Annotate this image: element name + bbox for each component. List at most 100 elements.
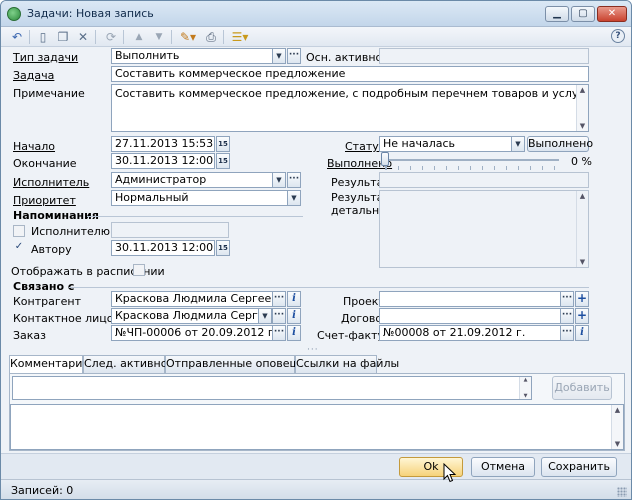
counterparty-ellipsis-button[interactable]: ···: [272, 291, 286, 307]
counterparty-input[interactable]: Краскова Людмила Сергеевна: [111, 291, 273, 307]
status-dropdown-icon[interactable]: ▼: [511, 136, 525, 152]
comments-list-scrollbar[interactable]: ▲ ▼: [611, 405, 623, 449]
invoice-info-icon[interactable]: i: [575, 325, 589, 341]
undo-icon[interactable]: ↶: [9, 29, 25, 45]
comment-input[interactable]: ▲ ▼: [12, 376, 532, 400]
end-calendar-icon[interactable]: 15: [216, 153, 230, 169]
order-ellipsis-button[interactable]: ···: [272, 325, 286, 341]
result-detail-scrollbar[interactable]: ▲ ▼: [576, 191, 588, 267]
tab-next-activities[interactable]: След. активности: [83, 355, 187, 373]
contract-input[interactable]: [379, 308, 561, 324]
note-scrollbar[interactable]: ▲ ▼: [576, 85, 588, 131]
resize-grip-icon[interactable]: [617, 487, 627, 497]
invoice-ellipsis-button[interactable]: ···: [560, 325, 574, 341]
splitter-handle[interactable]: ···: [307, 345, 319, 355]
gear-app-icon: [7, 7, 21, 21]
remind-author-calendar-icon[interactable]: 15: [216, 240, 230, 256]
cancel-button[interactable]: Отмена: [471, 457, 535, 477]
done-slider-track: [385, 159, 559, 161]
scroll-down-icon[interactable]: ▼: [577, 257, 588, 267]
base-activity-field[interactable]: [379, 48, 589, 64]
invoice-input[interactable]: №00008 от 21.09.2012 г.: [379, 325, 561, 341]
maximize-icon: ▢: [578, 8, 588, 19]
status-select[interactable]: Не началась: [379, 136, 512, 152]
print-icon[interactable]: ⎙: [203, 29, 219, 45]
task-type-dropdown-icon[interactable]: ▼: [272, 48, 286, 64]
result-detail-textarea[interactable]: ▲ ▼: [379, 190, 589, 268]
contact-info-icon[interactable]: i: [287, 308, 301, 324]
add-comment-button[interactable]: Добавить: [552, 376, 612, 400]
remind-author-checkbox[interactable]: ✓: [13, 242, 25, 254]
maximize-button[interactable]: ▢: [571, 6, 595, 22]
toolbar: ↶ ▯ ❐ ✕ ⟳ ▲ ▼ ✎▾ ⎙ ☰▾ ?: [1, 27, 631, 47]
remind-author-date[interactable]: 30.11.2013 12:00:00: [111, 240, 215, 256]
executor-dropdown-icon[interactable]: ▼: [272, 172, 286, 188]
priority-select[interactable]: Нормальный: [111, 190, 288, 206]
save-button[interactable]: Сохранить: [541, 457, 617, 477]
minimize-icon: ▁: [553, 8, 561, 19]
project-input[interactable]: [379, 291, 561, 307]
task-type-label: Тип задачи: [13, 51, 79, 64]
minimize-button[interactable]: ▁: [545, 6, 569, 22]
start-date-input[interactable]: 27.11.2013 15:53:47: [111, 136, 215, 152]
project-add-icon[interactable]: +: [575, 291, 589, 307]
tab-file-links[interactable]: Ссылки на файлы: [295, 355, 399, 373]
done-slider-thumb[interactable]: [381, 152, 389, 166]
report-icon[interactable]: ☰▾: [229, 29, 251, 45]
reminders-section-title: Напоминания: [13, 209, 99, 222]
project-ellipsis-button[interactable]: ···: [560, 291, 574, 307]
note-text: Составить коммерческое предложение, с по…: [115, 87, 585, 100]
order-input[interactable]: №ЧП-00006 от 20.09.2012 г.: [111, 325, 273, 341]
executor-ellipsis-button[interactable]: ···: [287, 172, 301, 188]
order-info-icon[interactable]: i: [287, 325, 301, 341]
priority-dropdown-icon[interactable]: ▼: [287, 190, 301, 206]
scroll-up-icon[interactable]: ▲: [612, 405, 623, 415]
comments-list[interactable]: ▲ ▼: [10, 404, 624, 450]
close-button[interactable]: ✕: [597, 6, 627, 22]
task-type-ellipsis-button[interactable]: ···: [287, 48, 301, 64]
contact-label: Контактное лицо: [13, 312, 114, 325]
window-title: Задачи: Новая запись: [27, 7, 154, 20]
arrow-up-icon[interactable]: ▲: [131, 29, 147, 45]
new-document-icon[interactable]: ▯: [35, 29, 51, 45]
result-field[interactable]: [379, 172, 589, 188]
scroll-down-icon[interactable]: ▼: [577, 121, 588, 131]
mark-done-button[interactable]: Выполнено: [527, 136, 593, 152]
start-calendar-icon[interactable]: 15: [216, 136, 230, 152]
remind-author-label: Автору: [31, 243, 72, 256]
arrow-down-icon[interactable]: ▼: [151, 29, 167, 45]
linked-section-title: Связано с: [13, 280, 75, 293]
task-input[interactable]: Составить коммерческое предложение: [111, 66, 589, 82]
scroll-up-icon[interactable]: ▲: [577, 85, 588, 95]
contact-dropdown-icon[interactable]: ▼: [258, 308, 272, 324]
comments-pane: ▲ ▼ Добавить ▲ ▼: [9, 373, 625, 451]
scroll-down-icon[interactable]: ▼: [520, 393, 531, 399]
title-bar[interactable]: Задачи: Новая запись ▁ ▢ ✕: [1, 1, 631, 27]
delete-icon[interactable]: ✕: [75, 29, 91, 45]
note-textarea[interactable]: Составить коммерческое предложение, с по…: [111, 84, 589, 132]
done-slider-ticks: [385, 166, 559, 170]
show-in-schedule-checkbox[interactable]: [133, 264, 145, 276]
remind-executor-date[interactable]: [111, 222, 229, 238]
tab-sent-notifications[interactable]: Отправленные оповещения: [165, 355, 328, 373]
end-date-input[interactable]: 30.11.2013 12:00:00: [111, 153, 215, 169]
remind-executor-checkbox[interactable]: [13, 225, 25, 237]
scroll-down-icon[interactable]: ▼: [612, 439, 623, 449]
tools-icon[interactable]: ✎▾: [177, 29, 199, 45]
refresh-icon[interactable]: ⟳: [103, 29, 119, 45]
contract-add-icon[interactable]: +: [575, 308, 589, 324]
scroll-up-icon[interactable]: ▲: [577, 191, 588, 201]
toolbar-separator: [123, 30, 124, 44]
help-icon[interactable]: ?: [611, 29, 625, 43]
tab-comments[interactable]: Комментарии: [9, 355, 90, 374]
status-bar: Записей: 0: [1, 479, 631, 499]
counterparty-info-icon[interactable]: i: [287, 291, 301, 307]
scroll-up-icon[interactable]: ▲: [520, 377, 531, 383]
executor-select[interactable]: Администратор: [111, 172, 273, 188]
task-type-select[interactable]: Выполнить: [111, 48, 273, 64]
contact-ellipsis-button[interactable]: ···: [272, 308, 286, 324]
contact-select[interactable]: Краскова Людмила Сергеевна: [111, 308, 259, 324]
copy-icon[interactable]: ❐: [55, 29, 71, 45]
comment-input-scrollbar[interactable]: ▲ ▼: [519, 377, 531, 399]
contract-ellipsis-button[interactable]: ···: [560, 308, 574, 324]
